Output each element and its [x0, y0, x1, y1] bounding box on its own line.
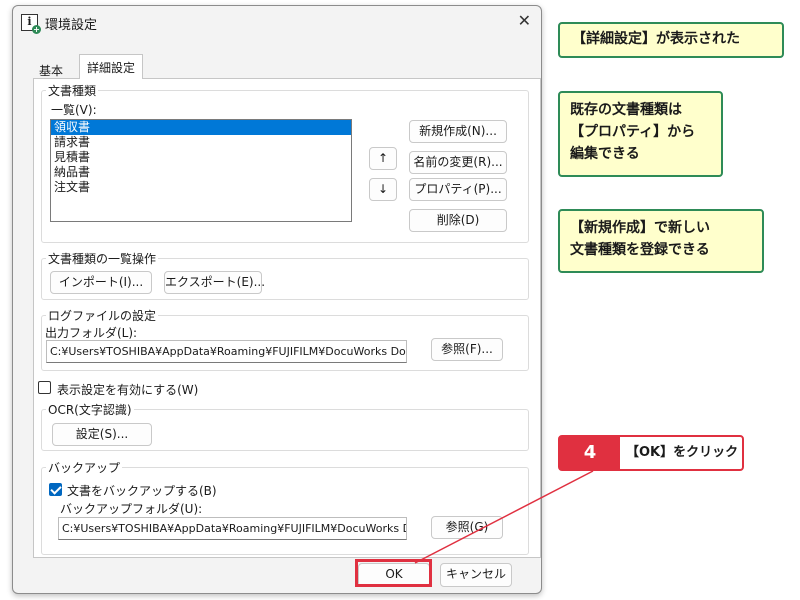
backup-folder-label: バックアップフォルダ(U):	[60, 502, 203, 516]
ocr-title: OCR(文字認識)	[46, 401, 134, 418]
list-item[interactable]: 領収書	[51, 120, 351, 135]
ocr-settings-button[interactable]: 設定(S)...	[52, 423, 152, 446]
backup-browse-button[interactable]: 参照(G)	[431, 516, 503, 539]
list-item[interactable]: 請求書	[51, 135, 351, 150]
callout-line: 【詳細設定】が表示された	[572, 31, 740, 47]
list-item[interactable]: 注文書	[51, 180, 351, 195]
list-item[interactable]: 納品書	[51, 165, 351, 180]
callout-line: 編集できる	[570, 146, 640, 162]
list-ops-title: 文書種類の一覧操作	[46, 250, 159, 267]
display-setting-checkbox[interactable]	[38, 381, 51, 394]
move-up-button[interactable]: ↑	[369, 147, 397, 170]
callout-line: 文書種類を登録できる	[570, 242, 710, 258]
callout-detail-shown: 【詳細設定】が表示された	[558, 22, 784, 58]
export-button[interactable]: エクスポート(E)...	[164, 271, 265, 294]
list-item[interactable]: 見積書	[51, 150, 351, 165]
doc-types-list-label: 一覧(V):	[51, 103, 97, 117]
properties-button[interactable]: プロパティ(P)...	[409, 178, 507, 201]
backup-checkbox[interactable]	[49, 483, 62, 496]
plus-icon: +	[32, 25, 41, 34]
backup-folder-input[interactable]: C:¥Users¥TOSHIBA¥AppData¥Roaming¥FUJIFIL…	[58, 517, 407, 540]
step-instruction: 【OK】をクリック	[626, 445, 739, 460]
new-doc-type-button[interactable]: 新規作成(N)...	[409, 120, 507, 143]
step-badge: 4 【OK】をクリック	[558, 435, 744, 471]
callout-new: 【新規作成】で新しい 文書種類を登録できる	[558, 209, 764, 273]
move-down-button[interactable]: ↓	[369, 178, 397, 201]
doc-types-title: 文書種類	[46, 82, 99, 99]
cancel-button[interactable]: キャンセル	[440, 563, 512, 587]
callout-line: 【プロパティ】から	[570, 124, 696, 140]
log-browse-button[interactable]: 参照(F)...	[431, 338, 503, 361]
settings-dialog: i + 環境設定 ✕ 基本 詳細設定 文書種類 一覧(V): 領収書 請求書 見積…	[12, 5, 542, 594]
log-folder-input[interactable]: C:¥Users¥TOSHIBA¥AppData¥Roaming¥FUJIFIL…	[46, 340, 407, 363]
log-file-title: ログファイルの設定	[46, 307, 159, 324]
app-icon: i +	[21, 14, 41, 34]
step-number: 4	[560, 437, 620, 469]
tab-detail-settings[interactable]: 詳細設定	[79, 54, 144, 79]
delete-button[interactable]: 削除(D)	[409, 209, 507, 232]
doc-types-listbox[interactable]: 領収書 請求書 見積書 納品書 注文書	[50, 119, 352, 222]
import-button[interactable]: インポート(I)...	[50, 271, 152, 294]
ok-highlight-frame	[355, 559, 432, 587]
close-icon[interactable]: ✕	[518, 11, 531, 30]
detail-settings-panel: 文書種類 一覧(V): 領収書 請求書 見積書 納品書 注文書 ↑ ↓ 新規作成…	[33, 78, 541, 558]
callout-properties: 既存の文書種類は 【プロパティ】から 編集できる	[558, 91, 723, 177]
callout-line: 【新規作成】で新しい	[570, 220, 710, 236]
callout-line: 既存の文書種類は	[570, 102, 682, 118]
log-folder-label: 出力フォルダ(L):	[45, 326, 138, 340]
rename-button[interactable]: 名前の変更(R)...	[409, 151, 507, 174]
title-bar: i + 環境設定 ✕	[13, 6, 541, 38]
backup-checkbox-label[interactable]: 文書をバックアップする(B)	[67, 482, 217, 499]
display-setting-label[interactable]: 表示設定を有効にする(W)	[57, 381, 198, 398]
window-title: 環境設定	[45, 18, 98, 33]
backup-title: バックアップ	[46, 459, 123, 476]
